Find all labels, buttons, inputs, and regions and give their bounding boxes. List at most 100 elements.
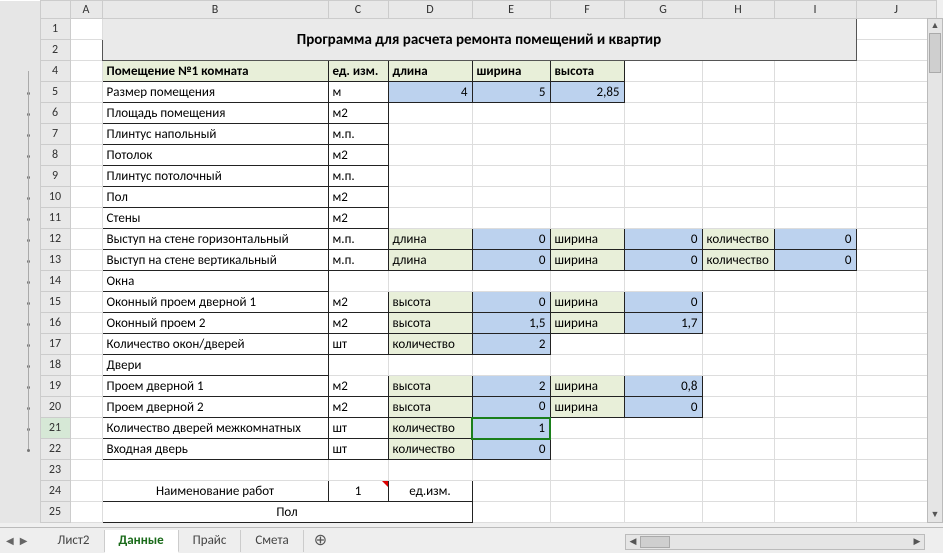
- cell-C8[interactable]: м2: [328, 145, 388, 166]
- col-header-H[interactable]: H: [702, 1, 774, 19]
- cell-D22[interactable]: количество: [388, 439, 472, 460]
- tab-nav-next-icon[interactable]: ▶: [20, 534, 28, 547]
- cell-F13[interactable]: ширина: [550, 250, 624, 271]
- cell-B18[interactable]: Двери: [102, 355, 328, 376]
- cell-F15[interactable]: ширина: [550, 292, 624, 313]
- cell-B25-section[interactable]: Пол: [102, 502, 472, 523]
- tab-sheet-2[interactable]: Данные: [105, 530, 179, 553]
- scroll-up-icon[interactable]: ▲: [928, 19, 942, 33]
- row-header-10[interactable]: 10: [40, 187, 70, 208]
- cell-C13[interactable]: м.п.: [328, 250, 388, 271]
- cell-D24[interactable]: ед.изм.: [388, 481, 472, 502]
- cell-E13[interactable]: 0: [472, 250, 550, 271]
- row-header-25[interactable]: 25: [40, 502, 70, 523]
- tab-nav-prev-icon[interactable]: ◀: [6, 534, 14, 547]
- cell-B12[interactable]: Выступ на стене горизонтальный: [102, 229, 328, 250]
- cell-D16[interactable]: высота: [388, 313, 472, 334]
- cell-I12[interactable]: 0: [774, 229, 856, 250]
- cell-C22[interactable]: шт: [328, 439, 388, 460]
- cell-G16[interactable]: 1,7: [624, 313, 702, 334]
- col-header-D[interactable]: D: [388, 1, 472, 19]
- row-header-24[interactable]: 24: [40, 481, 70, 502]
- cell-F20[interactable]: ширина: [550, 397, 624, 418]
- cell-F5[interactable]: 2,85: [550, 82, 624, 103]
- cell-B15[interactable]: Оконный проем дверной 1: [102, 292, 328, 313]
- cell-E5[interactable]: 5: [472, 82, 550, 103]
- cell-H12[interactable]: количество: [702, 229, 774, 250]
- cell-C16[interactable]: м2: [328, 313, 388, 334]
- row-header-23[interactable]: 23: [40, 460, 70, 481]
- row-header-9[interactable]: 9: [40, 166, 70, 187]
- row-header-8[interactable]: 8: [40, 145, 70, 166]
- row-header-14[interactable]: 14: [40, 271, 70, 292]
- cell-E19[interactable]: 2: [472, 376, 550, 397]
- cell-B5[interactable]: Размер помещения: [102, 82, 328, 103]
- tab-sheet-1[interactable]: Лист2: [43, 530, 104, 552]
- cell-D13[interactable]: длина: [388, 250, 472, 271]
- cell-E12[interactable]: 0: [472, 229, 550, 250]
- cell-C11[interactable]: м2: [328, 208, 388, 229]
- col-header-F[interactable]: F: [550, 1, 624, 19]
- cell-B7[interactable]: Плинтус напольный: [102, 124, 328, 145]
- cell-C19[interactable]: м2: [328, 376, 388, 397]
- row-header-22[interactable]: 22: [40, 439, 70, 460]
- cell-B8[interactable]: Потолок: [102, 145, 328, 166]
- cell-D5[interactable]: 4: [388, 82, 472, 103]
- add-sheet-icon[interactable]: ⊕: [304, 530, 337, 552]
- cell-C9[interactable]: м.п.: [328, 166, 388, 187]
- cell-B9[interactable]: Плинтус потолочный: [102, 166, 328, 187]
- cell-B16[interactable]: Оконный проем 2: [102, 313, 328, 334]
- cell-B14[interactable]: Окна: [102, 271, 328, 292]
- tab-sheet-3[interactable]: Прайс: [179, 530, 242, 552]
- cell-F19[interactable]: ширина: [550, 376, 624, 397]
- cell-C21[interactable]: шт: [328, 418, 388, 439]
- cell-E15[interactable]: 0: [472, 292, 550, 313]
- row-header-4[interactable]: 4: [40, 61, 70, 82]
- col-header-E[interactable]: E: [472, 1, 550, 19]
- cell-B20[interactable]: Проем дверной 2: [102, 397, 328, 418]
- row-header-5[interactable]: 5: [40, 82, 70, 103]
- scrollbar-horizontal[interactable]: ◀ ▶: [625, 534, 925, 550]
- cell-B22[interactable]: Входная дверь: [102, 439, 328, 460]
- row-header-12[interactable]: 12: [40, 229, 70, 250]
- scroll-down-icon[interactable]: ▼: [928, 508, 942, 522]
- scrollbar-vertical[interactable]: ▲ ▼: [927, 18, 943, 523]
- cell-C7[interactable]: м.п.: [328, 124, 388, 145]
- row-header-7[interactable]: 7: [40, 124, 70, 145]
- cell-C20[interactable]: м2: [328, 397, 388, 418]
- cell-C17[interactable]: шт: [328, 334, 388, 355]
- cell-C5[interactable]: м: [328, 82, 388, 103]
- cell-E16[interactable]: 1,5: [472, 313, 550, 334]
- cell-B6[interactable]: Площадь помещения: [102, 103, 328, 124]
- row-header-11[interactable]: 11: [40, 208, 70, 229]
- cell-F16[interactable]: ширина: [550, 313, 624, 334]
- cell-D15[interactable]: высота: [388, 292, 472, 313]
- row-header-17[interactable]: 17: [40, 334, 70, 355]
- cell-B11[interactable]: Стены: [102, 208, 328, 229]
- cell-B10[interactable]: Пол: [102, 187, 328, 208]
- scroll-right-icon[interactable]: ▶: [910, 535, 924, 549]
- cell-B24[interactable]: Наименование работ: [102, 481, 328, 502]
- cell-D19[interactable]: высота: [388, 376, 472, 397]
- row-header-1[interactable]: 1: [40, 19, 70, 40]
- cell-B21[interactable]: Количество дверей межкомнатных: [102, 418, 328, 439]
- cell-G12[interactable]: 0: [624, 229, 702, 250]
- scroll-v-thumb[interactable]: [929, 33, 941, 73]
- tab-sheet-4[interactable]: Смета: [241, 530, 303, 552]
- cell-I13[interactable]: 0: [774, 250, 856, 271]
- cell-C24[interactable]: 1: [328, 481, 388, 502]
- cell-B19[interactable]: Проем дверной 1: [102, 376, 328, 397]
- cell-D20[interactable]: высота: [388, 397, 472, 418]
- col-header-A[interactable]: A: [70, 1, 102, 19]
- cell-C10[interactable]: м2: [328, 187, 388, 208]
- row-header-13[interactable]: 13: [40, 250, 70, 271]
- cell-G15[interactable]: 0: [624, 292, 702, 313]
- col-header-G[interactable]: G: [624, 1, 702, 19]
- row-header-18[interactable]: 18: [40, 355, 70, 376]
- cell-C15[interactable]: м2: [328, 292, 388, 313]
- row-header-6[interactable]: 6: [40, 103, 70, 124]
- cell-G20[interactable]: 0: [624, 397, 702, 418]
- cell-G13[interactable]: 0: [624, 250, 702, 271]
- scroll-left-icon[interactable]: ◀: [626, 535, 640, 549]
- row-header-2[interactable]: 2: [40, 40, 70, 61]
